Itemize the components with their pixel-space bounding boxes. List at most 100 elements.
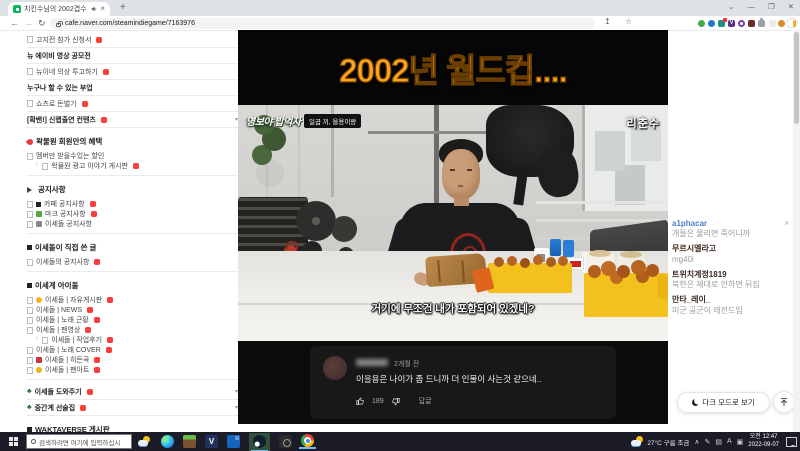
pen-tray-icon[interactable]: ✎: [705, 438, 711, 446]
scroll-to-top-button[interactable]: [773, 391, 795, 413]
start-button[interactable]: [0, 432, 26, 451]
chat-text: 개들은 물리면 죽어니까: [672, 229, 751, 239]
chat-message: a1phacar 개들은 물리면 죽어니까: [672, 219, 788, 239]
chat-close-icon[interactable]: ×: [784, 218, 789, 228]
chat-username[interactable]: 트위치계정1819: [672, 270, 788, 280]
sidebar-item[interactable]: 이세돌 | 팬아트: [27, 365, 238, 375]
page-scrollbar[interactable]: [793, 30, 800, 432]
minecraft-icon[interactable]: [183, 435, 196, 448]
chrome-taskbar-button[interactable]: [299, 434, 316, 449]
profile-chip[interactable]: [786, 18, 798, 28]
browser-tab[interactable]: 치킨수님의 2002겹수 울룸 ×: [8, 2, 110, 16]
profile-avatar[interactable]: [778, 19, 785, 27]
sidebar-item[interactable]: 뉴이네 의상 투고하기: [27, 64, 238, 80]
ime-indicator[interactable]: A: [727, 438, 732, 445]
board-icon: [27, 220, 33, 228]
sidebar-item[interactable]: 이세돌 | NEWS: [27, 305, 238, 315]
chat-username[interactable]: a1phacar: [672, 219, 788, 229]
sidebar-item[interactable]: 누구나 할 수 있는 부업: [27, 80, 238, 96]
sidebar-item[interactable]: 이세돌 | 자유게시판: [27, 295, 238, 305]
sidebar-item[interactable]: 이세돌 | 노래 COVER: [27, 345, 238, 355]
sidebar-item[interactable]: 이세돌의 공지사항: [27, 257, 238, 267]
address-bar[interactable]: cafe.naver.com/steamindiegame/7163976: [50, 18, 595, 29]
minimize-button[interactable]: —: [747, 2, 755, 11]
sidebar-item[interactable]: 뉴 에이비 영상 공모전: [27, 48, 238, 64]
taskbar-clock[interactable]: 오전 12:47 2022-09-07: [748, 434, 779, 448]
video-still: 명보야 밥먹자 일곱 끼, 을용이랑 리춘수 거기에 무조건 내가 포함되어 있…: [238, 105, 668, 341]
extension-icon[interactable]: V: [728, 19, 735, 27]
dislike-icon[interactable]: [391, 397, 400, 406]
chat-overlay: a1phacar 개들은 물리면 죽어니까 무르시엘라고 mg40i 트위치계정…: [672, 219, 788, 321]
new-badge: [105, 347, 112, 353]
sidebar-item[interactable]: 쇼츠로 돈벌기: [27, 96, 238, 112]
cast-name-chyron: 리춘수: [626, 118, 660, 130]
sidebar-item[interactable]: 이세돌 | 히든곡: [27, 355, 238, 365]
scrollbar-thumb[interactable]: [794, 32, 799, 124]
share-icon[interactable]: ↥: [604, 17, 611, 26]
board-icon: [27, 326, 33, 334]
edge-icon[interactable]: [161, 435, 174, 448]
arrow-up-icon: [781, 397, 787, 406]
extension-icon[interactable]: [698, 19, 705, 27]
board-icon: [27, 68, 33, 75]
youtube-comment: 2개월 전 이을용은 나이가 좀 드니까 더 인물이 사는것 같으네.. 189…: [310, 346, 616, 419]
blue-app-icon[interactable]: [227, 435, 240, 448]
board-tray-icon[interactable]: ▤: [715, 438, 722, 446]
sidebar-item[interactable]: ♣ 이세돌 도와주기 ▾: [27, 384, 238, 400]
man-face: [442, 149, 480, 199]
tab-audio-icon[interactable]: [91, 6, 97, 12]
chat-username[interactable]: 무르시엘라고: [672, 244, 788, 254]
maximize-button[interactable]: ❐: [768, 2, 775, 11]
sidebar-item[interactable]: 왁물원 광고 이야기 게시판: [27, 161, 238, 171]
back-button[interactable]: ←: [10, 18, 19, 28]
tab-close-icon[interactable]: ×: [100, 5, 105, 13]
board-icon: [27, 36, 33, 43]
notification-center-icon[interactable]: [786, 436, 797, 447]
steam-taskbar-button[interactable]: [249, 432, 270, 451]
extension-icon[interactable]: [718, 17, 727, 27]
board-icon: [27, 346, 33, 354]
forward-button[interactable]: →: [24, 18, 33, 28]
new-tab-button[interactable]: +: [120, 2, 126, 13]
sidebar-item[interactable]: 고지전 참가 신청서: [27, 32, 238, 48]
v-app-icon[interactable]: V: [205, 435, 218, 448]
sidebar-item[interactable]: 이세돌 | 팬영상: [27, 325, 238, 335]
like-icon[interactable]: [356, 397, 365, 406]
sidebar-item[interactable]: ♣ 중간계 선술집 ▾: [27, 400, 238, 416]
square-icon: [27, 283, 32, 288]
board-icon: [42, 336, 49, 344]
tray-weather[interactable]: 27°C 구름 조금: [631, 436, 689, 447]
reload-button[interactable]: ↻: [38, 18, 46, 29]
sidebar-item[interactable]: 멤버만 받을수있는 할인: [27, 151, 238, 161]
box-tray-icon[interactable]: ▣: [737, 438, 744, 446]
board-icon: [27, 200, 33, 208]
board-icon: [27, 152, 33, 160]
clock-time: 오전 12:47: [749, 434, 778, 441]
new-badge: [85, 327, 92, 333]
sidebar-item[interactable]: 이세돌 | 노래 근황: [27, 315, 238, 325]
reply-button[interactable]: 답글: [419, 396, 432, 406]
sidebar-item[interactable]: 이세돌 공지사항: [27, 219, 238, 229]
sidebar-item[interactable]: 마크 공지사항: [27, 209, 238, 219]
sidebar-item[interactable]: 이세돌 | 작업후기: [27, 335, 238, 345]
extension-icon[interactable]: [708, 19, 715, 27]
chat-username[interactable]: 만타_레이_: [672, 295, 788, 305]
sidebar-item[interactable]: 카페 공지사항: [27, 199, 238, 209]
extensions-puzzle-icon[interactable]: [758, 17, 765, 27]
dark-mode-button[interactable]: 다크 모드로 보기: [677, 392, 770, 413]
bookmark-star-icon[interactable]: ☆: [625, 17, 632, 26]
extension-icon[interactable]: [738, 19, 745, 27]
taskbar-search-input[interactable]: 검색하려면 여기에 입력하십시: [26, 434, 132, 449]
extension-icon[interactable]: [748, 19, 755, 27]
close-button[interactable]: ✕: [788, 2, 794, 11]
new-badge: [93, 317, 100, 323]
url-text[interactable]: cafe.naver.com/steamindiegame/7163976: [65, 20, 195, 27]
hidden-icons-chevron[interactable]: ∧: [694, 438, 699, 446]
camera-app-icon[interactable]: [279, 435, 292, 448]
sidebar-item[interactable]: [확밴!] 신랩출연 컨텐츠 ▾: [27, 112, 238, 128]
sidebar-toggle-icon[interactable]: [769, 19, 776, 27]
tab-search-icon[interactable]: ⌄: [728, 2, 734, 11]
new-badge: [94, 367, 101, 373]
new-badge: [89, 201, 96, 207]
news-weather-icon[interactable]: [138, 436, 151, 447]
